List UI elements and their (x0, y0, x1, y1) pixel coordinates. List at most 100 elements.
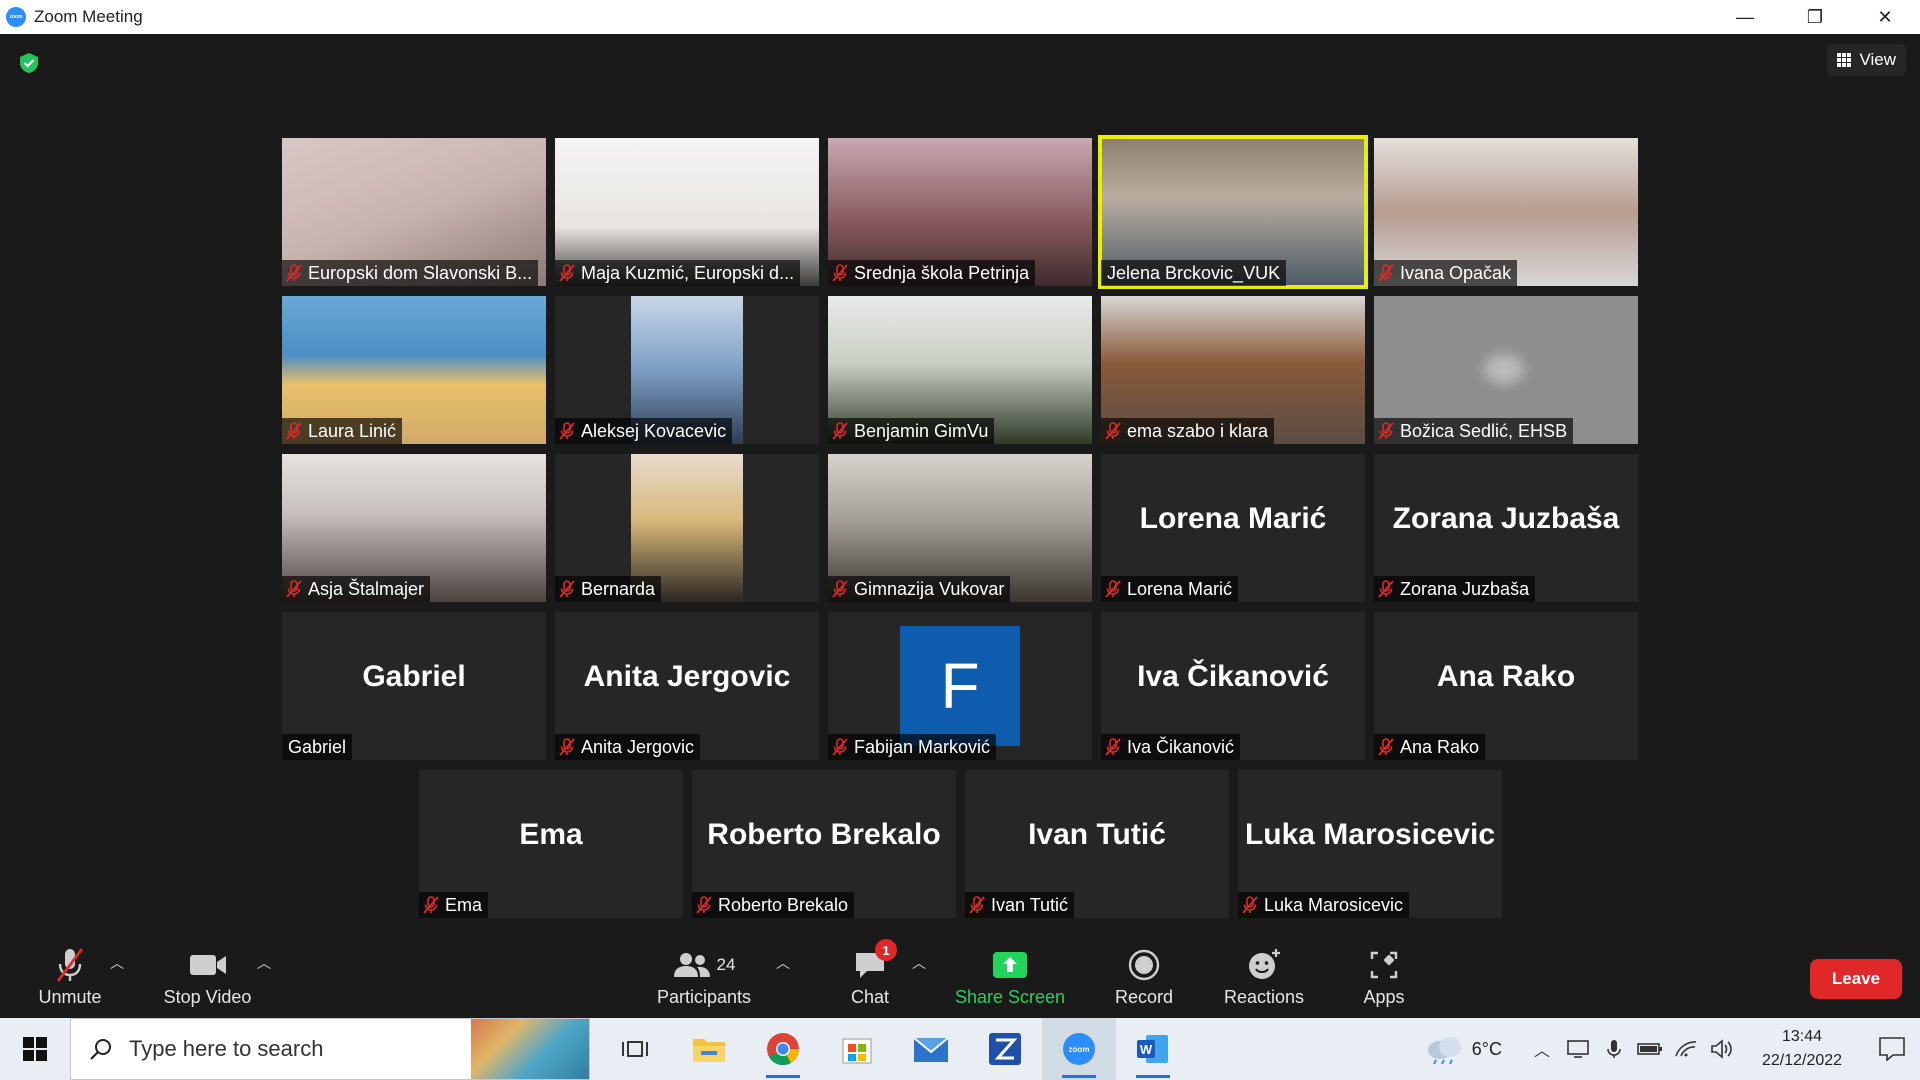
chat-label: Chat (850, 987, 890, 1007)
mail-button[interactable] (894, 1018, 968, 1080)
network-button[interactable] (1668, 1018, 1704, 1080)
battery-button[interactable] (1632, 1018, 1668, 1080)
participant-name-label: Zorana Juzbaša (1374, 576, 1536, 602)
participant-tile[interactable]: Asja Štalmajer (282, 454, 546, 602)
word-button[interactable]: W (1116, 1018, 1190, 1080)
word-icon: W (1137, 1035, 1168, 1063)
participant-tile[interactable]: Ema Ema (419, 770, 683, 918)
participant-name-label: Iva Čikanović (1101, 734, 1241, 760)
windows-logo-icon (23, 1037, 47, 1061)
participant-display-name: Gabriel (362, 660, 466, 693)
mic-muted-icon (832, 580, 848, 598)
audio-options-caret[interactable]: ︿ (110, 953, 124, 973)
minimize-button[interactable]: — (1710, 0, 1780, 34)
encryption-shield-icon[interactable] (18, 52, 40, 74)
chat-button[interactable]: 1 Chat (840, 939, 900, 1015)
tray-app-button[interactable] (1560, 1018, 1596, 1080)
notification-center-button[interactable] (1864, 1018, 1920, 1080)
participant-tile[interactable]: Božica Sedlić, EHSB (1374, 296, 1638, 444)
participant-tile[interactable]: F Fabijan Marković (828, 612, 1092, 760)
task-view-button[interactable] (598, 1018, 672, 1080)
participants-options-caret[interactable]: ︿ (776, 953, 790, 973)
participant-name-label: Anita Jergovic (555, 734, 701, 760)
participant-tile[interactable]: Gimnazija Vukovar (828, 454, 1092, 602)
participant-display-name: Anita Jergovic (583, 660, 791, 693)
participants-label: Participants (656, 987, 752, 1007)
taskbar-clock[interactable]: 13:44 22/12/2022 (1748, 1025, 1856, 1073)
participant-tile[interactable]: Srednja škola Petrinja (828, 138, 1092, 286)
participant-tile[interactable]: Benjamin GimVu (828, 296, 1092, 444)
leave-button[interactable]: Leave (1810, 959, 1902, 999)
participant-tile[interactable]: Iva Čikanović Iva Čikanović (1101, 612, 1365, 760)
weather-widget[interactable]: 6°C (1424, 1034, 1502, 1064)
restore-button[interactable]: ❐ (1780, 0, 1850, 34)
tray-microphone-button[interactable] (1596, 1018, 1632, 1080)
participant-tile[interactable]: Lorena Marić Lorena Marić (1101, 454, 1365, 602)
participant-tile[interactable]: Ivana Opačak (1374, 138, 1638, 286)
mic-muted-icon (832, 264, 848, 282)
participant-tile[interactable]: Gabriel Gabriel (282, 612, 546, 760)
meeting-area: View Europski dom Slavonski B... Maja Ku… (0, 34, 1920, 939)
window-titlebar: zoom Zoom Meeting — ❐ ✕ (0, 0, 1920, 34)
participant-tile[interactable]: Bernarda (555, 454, 819, 602)
participant-tile[interactable]: Laura Linić (282, 296, 546, 444)
share-screen-icon (993, 952, 1027, 978)
participant-tile[interactable]: Zorana Juzbaša Zorana Juzbaša (1374, 454, 1638, 602)
participant-display-name: Iva Čikanović (1137, 660, 1329, 693)
unmute-button[interactable]: Unmute (28, 945, 112, 1015)
share-screen-button[interactable]: Share Screen (954, 945, 1066, 1015)
mic-muted-icon (1105, 580, 1121, 598)
zoom-taskbar-button[interactable]: zoom (1042, 1018, 1116, 1080)
apps-button[interactable]: Apps (1354, 945, 1414, 1015)
reactions-label: Reactions (1223, 987, 1305, 1007)
participant-tile[interactable]: ema szabo i klara (1101, 296, 1365, 444)
search-placeholder: Type here to search (129, 1036, 324, 1061)
cloud-rain-icon (1427, 1037, 1461, 1064)
participant-display-name: Zorana Juzbaša (1392, 502, 1620, 535)
participants-button[interactable]: 24 Participants (652, 945, 756, 1015)
participant-name-label: Luka Marosicevic (1238, 892, 1410, 918)
record-button[interactable]: Record (1104, 945, 1184, 1015)
record-label: Record (1114, 987, 1174, 1007)
participant-display-name: Ivan Tutić (1028, 818, 1166, 851)
taskbar-apps: zoom W (598, 1018, 1190, 1080)
stop-video-button[interactable]: Stop Video (160, 945, 255, 1015)
file-explorer-button[interactable] (672, 1018, 746, 1080)
participant-tile[interactable]: Aleksej Kovacevic (555, 296, 819, 444)
close-button[interactable]: ✕ (1850, 0, 1920, 34)
participant-name-label: Božica Sedlić, EHSB (1374, 418, 1574, 444)
participant-tile[interactable]: Ana Rako Ana Rako (1374, 612, 1638, 760)
participant-name-label: Europski dom Slavonski B... (282, 260, 539, 286)
chevron-up-icon: ︿ (1533, 1043, 1550, 1060)
remote-app-button[interactable] (968, 1018, 1042, 1080)
participant-tile[interactable]: Anita Jergovic Anita Jergovic (555, 612, 819, 760)
reactions-button[interactable]: Reactions (1220, 945, 1308, 1015)
show-hidden-icons-button[interactable]: ︿ (1524, 1018, 1560, 1080)
smiley-add-icon (1249, 949, 1280, 979)
store-icon (842, 1038, 872, 1064)
start-button[interactable] (0, 1018, 70, 1080)
participant-display-name: Roberto Brekalo (707, 818, 941, 851)
participant-name-label: Asja Štalmajer (282, 576, 431, 602)
participant-tile[interactable]: Europski dom Slavonski B... (282, 138, 546, 286)
participants-icon (673, 953, 710, 977)
taskbar-search-box[interactable]: Type here to search (70, 1018, 590, 1080)
volume-button[interactable] (1704, 1018, 1740, 1080)
chat-options-caret[interactable]: ︿ (912, 953, 926, 973)
record-icon (1128, 949, 1160, 981)
video-options-caret[interactable]: ︿ (257, 953, 271, 973)
participant-tile[interactable]: Ivan Tutić Ivan Tutić (965, 770, 1229, 918)
participant-tile[interactable]: Maja Kuzmić, Europski d... (555, 138, 819, 286)
view-button[interactable]: View (1827, 44, 1906, 76)
participant-tile-active-speaker[interactable]: Jelena Brckovic_VUK (1098, 135, 1368, 289)
clock-time: 13:44 (1781, 1028, 1823, 1045)
mic-muted-icon (696, 896, 712, 914)
participant-tile[interactable]: Roberto Brekalo Roberto Brekalo (692, 770, 956, 918)
chrome-button[interactable] (746, 1018, 820, 1080)
grid-view-icon (1837, 53, 1852, 67)
participant-tile[interactable]: Luka Marosicevic Luka Marosicevic (1238, 770, 1502, 918)
participant-display-name: Ana Rako (1436, 660, 1576, 693)
svg-text:W: W (1140, 1042, 1153, 1057)
clock-date: 22/12/2022 (1761, 1052, 1843, 1069)
microsoft-store-button[interactable] (820, 1018, 894, 1080)
